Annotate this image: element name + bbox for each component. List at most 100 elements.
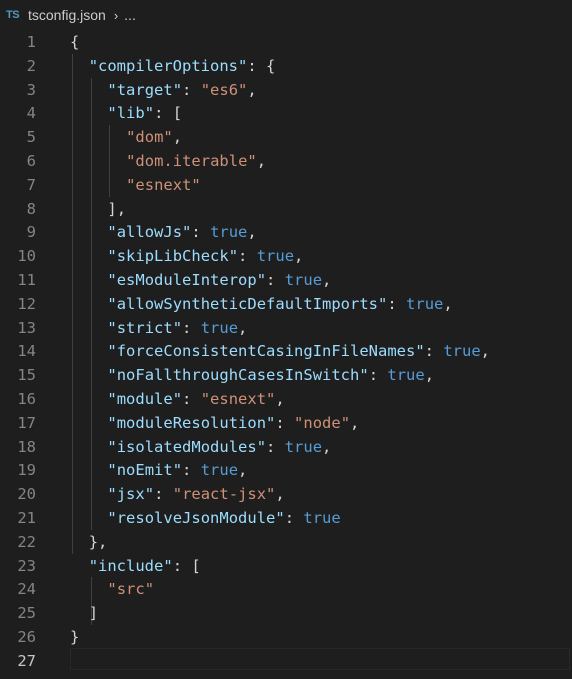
- json-punctuation: ,: [350, 413, 360, 432]
- json-punctuation: :: [275, 413, 295, 432]
- line-number: 20: [17, 485, 36, 504]
- json-punctuation: : {: [247, 56, 276, 75]
- code-content: "jsx": "react-jsx",: [107, 482, 284, 506]
- code-line[interactable]: 5 "dom",: [0, 125, 572, 149]
- code-line[interactable]: 16 "module": "esnext",: [0, 387, 572, 411]
- breadcrumb-file[interactable]: tsconfig.json: [28, 7, 106, 23]
- json-key: "isolatedModules": [107, 437, 267, 456]
- json-key: "noEmit": [107, 461, 183, 480]
- code-line[interactable]: 3 "target": "es6",: [0, 78, 572, 102]
- code-line[interactable]: 15 "noFallthroughCasesInSwitch": true,: [0, 363, 572, 387]
- code-line[interactable]: 10 "skipLibCheck": true,: [0, 244, 572, 268]
- line-number: 15: [17, 366, 36, 385]
- code-line[interactable]: 25]: [0, 601, 572, 625]
- json-string: "react-jsx": [172, 485, 276, 504]
- code-line[interactable]: 7 "esnext": [0, 173, 572, 197]
- json-punctuation: :: [266, 271, 285, 289]
- code-content: "moduleResolution": "node",: [107, 411, 359, 435]
- json-punctuation: ],: [107, 199, 127, 218]
- chevron-right-icon: ›: [113, 7, 119, 23]
- code-line[interactable]: 4 "lib": [: [0, 101, 572, 125]
- code-line[interactable]: 27: [0, 649, 572, 673]
- code-content: ],: [107, 197, 126, 221]
- code-content: "isolatedModules": true,: [107, 435, 331, 459]
- code-content: "allowSyntheticDefaultImports": true,: [107, 292, 452, 316]
- line-number: 23: [17, 556, 36, 575]
- code-content: "dom.iterable",: [126, 149, 266, 173]
- line-number: 3: [26, 80, 36, 99]
- json-punctuation: :: [284, 509, 304, 527]
- json-boolean: true: [200, 318, 239, 337]
- code-content: "esnext": [126, 173, 201, 197]
- code-editor[interactable]: 1{2 "compilerOptions": {3 "target": "es6",…: [0, 30, 572, 679]
- json-key: "include": [88, 556, 173, 575]
- code-line[interactable]: 6 "dom.iterable",: [0, 149, 572, 173]
- code-content: },: [89, 530, 108, 554]
- json-key: "forceConsistentCasingInFileNames": [107, 342, 425, 361]
- line-number: 6: [26, 152, 36, 170]
- code-content: ]: [89, 601, 98, 625]
- code-line[interactable]: 26}: [0, 625, 572, 649]
- code-line[interactable]: 19 "noEmit": true,: [0, 458, 572, 482]
- code-line[interactable]: 13 "strict": true,: [0, 316, 572, 340]
- breadcrumb-more[interactable]: ...: [124, 7, 136, 23]
- json-punctuation: :: [238, 247, 257, 266]
- line-number: 16: [17, 390, 36, 408]
- line-number: 17: [17, 413, 36, 432]
- json-punctuation: }: [70, 628, 80, 646]
- json-string: "src": [107, 580, 155, 599]
- line-number: 7: [26, 175, 36, 194]
- code-line[interactable]: 17 "moduleResolution": "node",: [0, 411, 572, 435]
- json-string: "es6": [200, 80, 248, 99]
- json-boolean: true: [406, 294, 444, 313]
- json-key: "jsx": [107, 485, 155, 504]
- code-line[interactable]: 21 "resolveJsonModule": true: [0, 506, 572, 530]
- line-number: 24: [17, 580, 36, 599]
- json-boolean: true: [256, 247, 295, 266]
- code-content: "src": [107, 577, 154, 601]
- line-number: 14: [17, 342, 36, 361]
- json-punctuation: :: [182, 318, 201, 337]
- json-punctuation: ,: [275, 390, 285, 408]
- json-key: "resolveJsonModule": [107, 509, 285, 527]
- code-content: }: [70, 625, 79, 649]
- code-content: "esModuleInterop": true,: [107, 268, 331, 292]
- json-punctuation: :: [182, 80, 201, 99]
- code-line[interactable]: 24 "src": [0, 577, 572, 601]
- json-boolean: true: [387, 366, 425, 385]
- line-number: 22: [17, 532, 36, 551]
- code-line[interactable]: 2 "compilerOptions": {: [0, 54, 572, 78]
- line-number: 8: [26, 199, 36, 218]
- json-key: "target": [107, 80, 183, 99]
- line-number: 10: [17, 247, 36, 266]
- line-number: 1: [26, 33, 36, 51]
- code-line[interactable]: 22},: [0, 530, 572, 554]
- code-line[interactable]: 11 "esModuleInterop": true,: [0, 268, 572, 292]
- code-line[interactable]: 20 "jsx": "react-jsx",: [0, 482, 572, 506]
- json-punctuation: ,: [424, 366, 435, 385]
- json-punctuation: ,: [247, 223, 257, 242]
- code-line[interactable]: 12 "allowSyntheticDefaultImports": true,: [0, 292, 572, 316]
- json-punctuation: :: [387, 294, 407, 313]
- code-line[interactable]: 18 "isolatedModules": true,: [0, 435, 572, 459]
- code-content: "target": "es6",: [107, 78, 256, 102]
- code-line[interactable]: 1{: [0, 30, 572, 54]
- code-line[interactable]: 8],: [0, 197, 572, 221]
- line-number: 12: [17, 294, 36, 313]
- json-punctuation: : [: [154, 104, 183, 123]
- code-line[interactable]: 14 "forceConsistentCasingInFileNames": tr…: [0, 339, 572, 363]
- json-punctuation: ,: [256, 152, 267, 170]
- json-key: "allowJs": [107, 223, 192, 242]
- code-content: "noEmit": true,: [107, 458, 247, 482]
- line-number: 2: [26, 56, 36, 75]
- json-punctuation: :: [266, 437, 285, 456]
- code-content: "lib": [: [107, 101, 182, 125]
- json-string: "dom.iterable": [126, 152, 257, 170]
- code-content: {: [70, 30, 79, 54]
- json-punctuation: :: [182, 390, 201, 408]
- json-punctuation: ,: [480, 342, 491, 361]
- code-line[interactable]: 23 "include": [: [0, 554, 572, 578]
- json-punctuation: ,: [238, 461, 248, 480]
- code-line[interactable]: 9 "allowJs": true,: [0, 220, 572, 244]
- json-key: "lib": [107, 104, 155, 123]
